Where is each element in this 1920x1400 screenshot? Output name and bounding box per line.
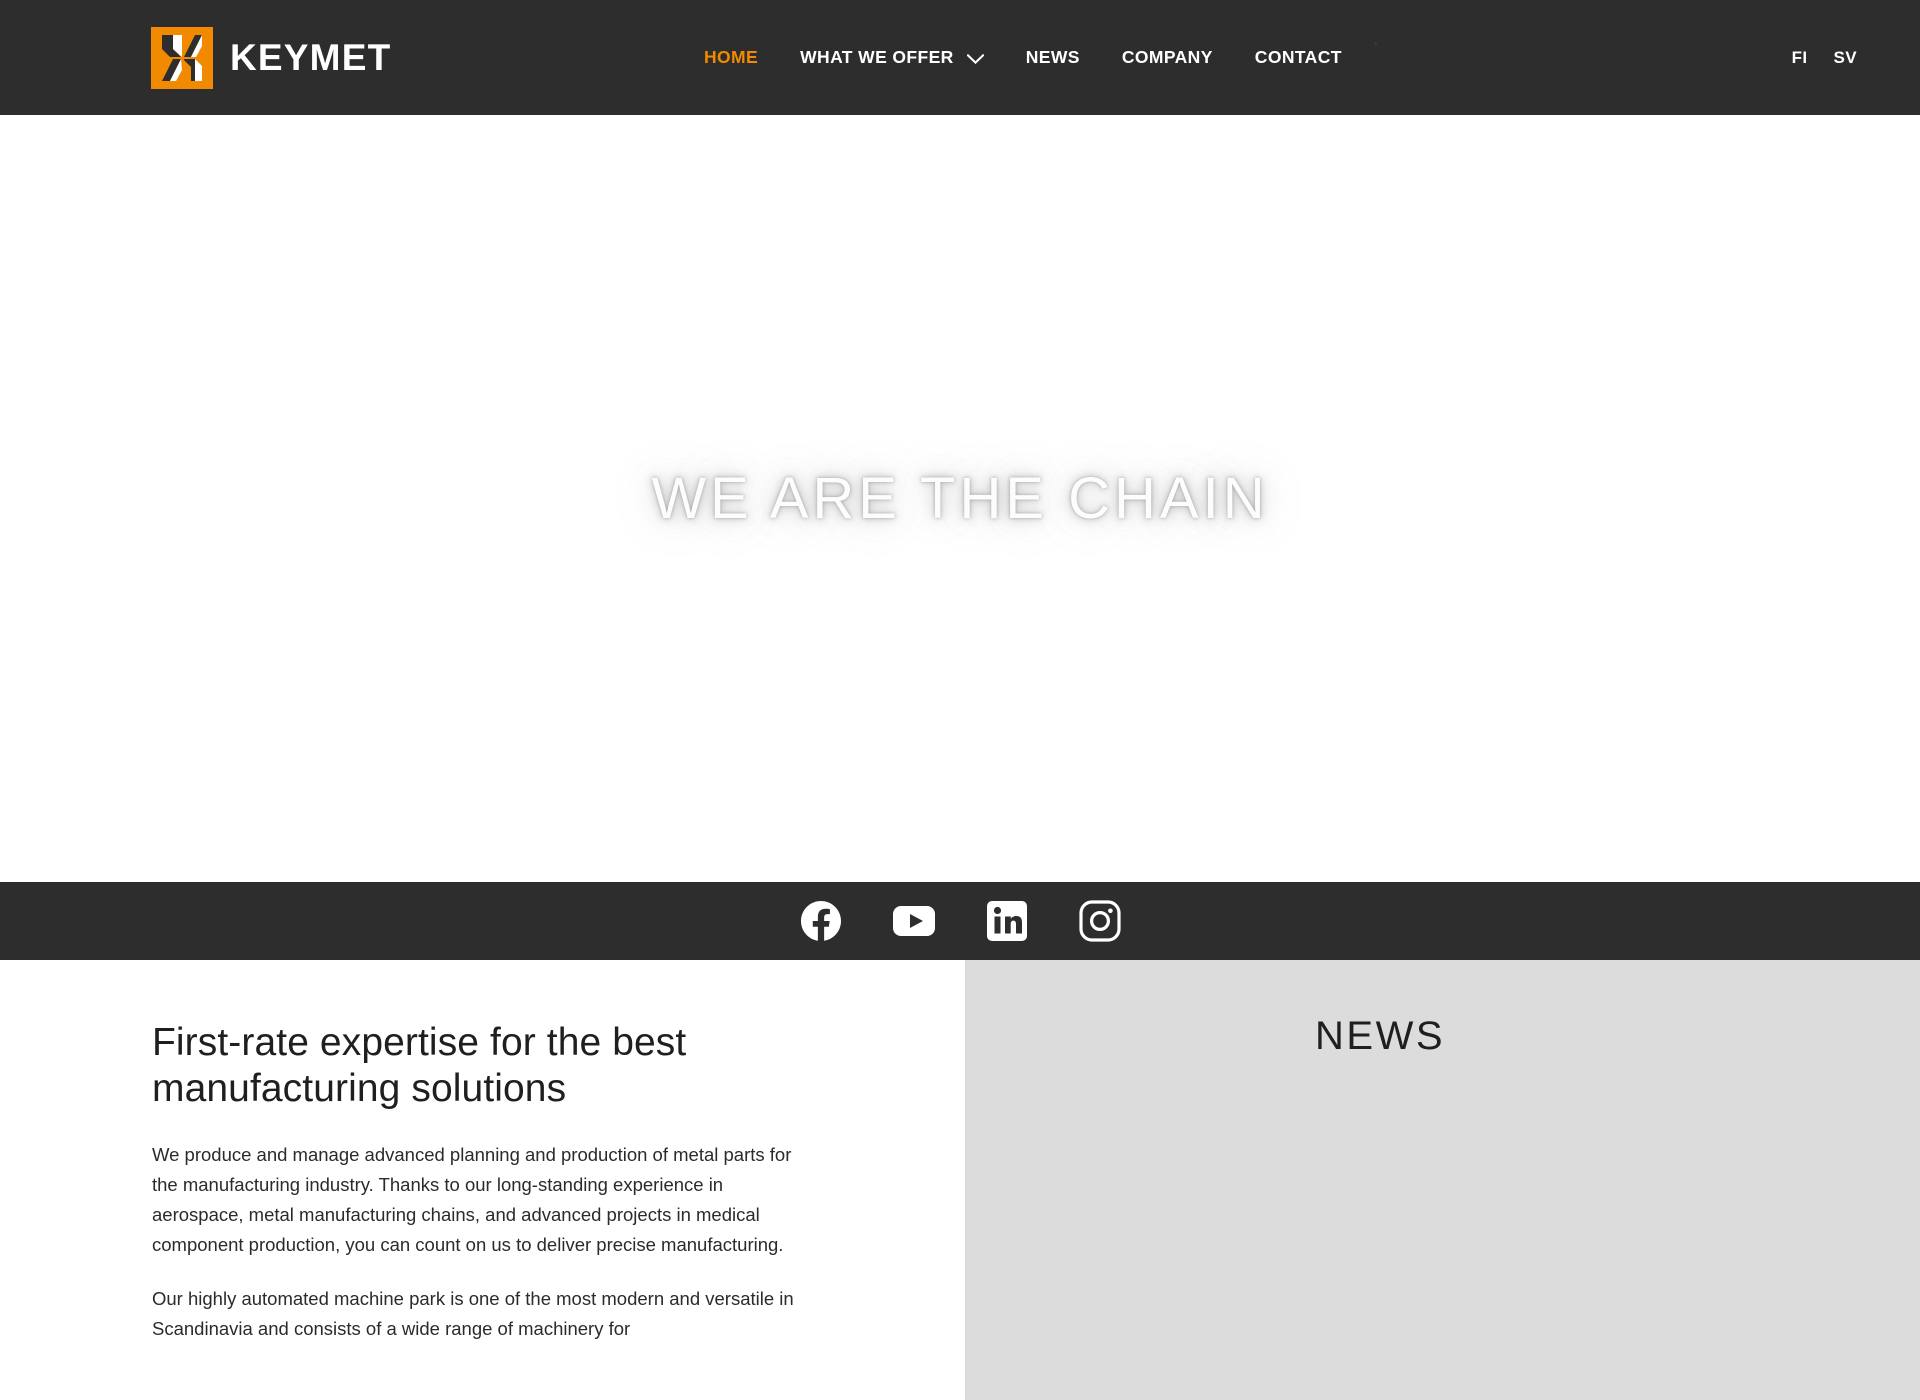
brand-logo-link[interactable]: KEYMET <box>151 26 392 89</box>
site-header: KEYMET HOME WHAT WE OFFER NEWS COMPANY C… <box>0 0 1920 115</box>
language-option-sv[interactable]: SV <box>1821 48 1870 68</box>
news-heading: NEWS <box>1315 1014 1445 1058</box>
intro-paragraph-1: We produce and manage advanced planning … <box>152 1144 792 1256</box>
nav-item-news[interactable]: NEWS <box>1005 47 1101 68</box>
facebook-icon <box>799 899 843 943</box>
language-switcher: FI SV <box>1779 0 1920 115</box>
instagram-link[interactable] <box>1078 899 1122 943</box>
nav-label-what-we-offer: WHAT WE OFFER <box>800 47 954 67</box>
hero-section: WE ARE THE CHAIN <box>0 115 1920 882</box>
nav-item-home[interactable]: HOME <box>683 47 779 68</box>
keymet-k-logo-icon <box>151 26 213 89</box>
instagram-icon <box>1078 899 1122 943</box>
main-content: First-rate expertise for the best manufa… <box>0 960 1920 1400</box>
news-panel: NEWS <box>965 960 1920 1400</box>
linkedin-icon <box>985 899 1029 943</box>
nav-label-news: NEWS <box>1025 47 1080 67</box>
chevron-down-icon[interactable] <box>966 53 984 64</box>
intro-text-block: First-rate expertise for the best manufa… <box>152 1020 812 1368</box>
brand-wordmark: KEYMET <box>230 37 392 78</box>
youtube-icon <box>891 899 937 943</box>
nav-item-company[interactable]: COMPANY <box>1101 47 1234 68</box>
main-navigation: HOME WHAT WE OFFER NEWS COMPANY CONTACT <box>683 0 1363 115</box>
nav-label-home: HOME <box>704 47 759 67</box>
intro-paragraph-2: Our highly automated machine park is one… <box>152 1288 794 1340</box>
youtube-link[interactable] <box>892 899 936 943</box>
nav-label-contact: CONTACT <box>1254 47 1342 67</box>
language-option-fi[interactable]: FI <box>1779 48 1821 68</box>
header-artifact-dot <box>1374 42 1377 45</box>
nav-item-contact[interactable]: CONTACT <box>1234 47 1363 68</box>
linkedin-link[interactable] <box>985 899 1029 943</box>
intro-heading: First-rate expertise for the best manufa… <box>152 1021 687 1110</box>
social-links-bar <box>0 882 1920 960</box>
hero-title: WE ARE THE CHAIN <box>651 466 1269 531</box>
nav-label-company: COMPANY <box>1121 47 1213 67</box>
facebook-link[interactable] <box>799 899 843 943</box>
nav-item-what-we-offer[interactable]: WHAT WE OFFER <box>779 47 1005 68</box>
